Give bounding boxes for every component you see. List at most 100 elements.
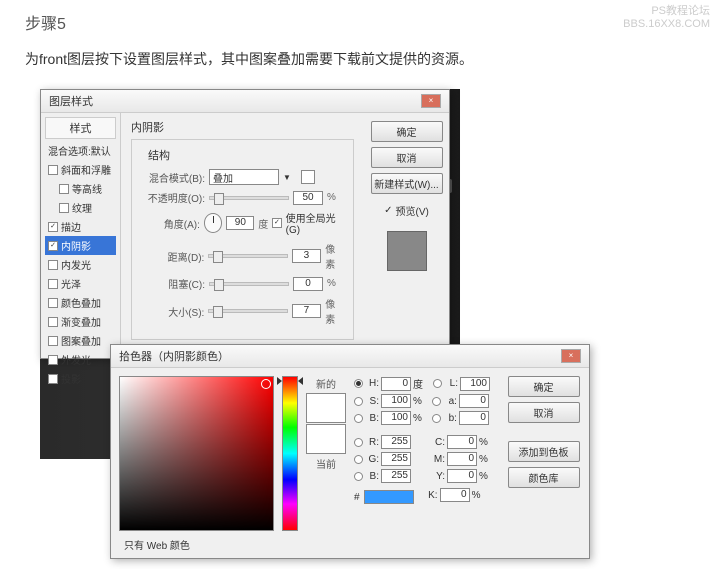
sidebar-checkbox-7[interactable] <box>48 298 58 308</box>
cancel-button[interactable]: 取消 <box>371 147 443 168</box>
sidebar-item-10[interactable]: 外发光 <box>45 350 116 369</box>
sidebar-item-7[interactable]: 颜色叠加 <box>45 293 116 312</box>
sidebar-label-6: 光泽 <box>61 276 81 291</box>
opacity-slider[interactable] <box>209 196 289 200</box>
sidebar-item-6[interactable]: 光泽 <box>45 274 116 293</box>
sidebar-blend-defaults[interactable]: 混合选项:默认 <box>45 141 116 160</box>
sidebar-checkbox-9[interactable] <box>48 336 58 346</box>
bb-input[interactable]: 0 <box>459 411 489 425</box>
r-radio[interactable] <box>354 438 363 447</box>
hex-label: # <box>354 492 360 503</box>
sidebar-checkbox-0[interactable] <box>48 165 58 175</box>
current-color-label: 当前 <box>316 456 336 471</box>
color-field[interactable] <box>119 376 274 531</box>
sidebar-label-5: 内发光 <box>61 257 91 272</box>
a-radio[interactable] <box>432 397 441 406</box>
sidebar-styles-title[interactable]: 样式 <box>45 117 116 139</box>
opacity-label: 不透明度(O): <box>140 190 205 205</box>
global-light-checkbox[interactable]: ✓ <box>272 218 281 228</box>
sidebar-item-3[interactable]: ✓描边 <box>45 217 116 236</box>
k-input[interactable]: 0 <box>440 488 470 502</box>
g-radio[interactable] <box>354 455 363 464</box>
choke-input[interactable]: 0 <box>293 277 323 291</box>
layer-style-sidebar: 样式 混合选项:默认 斜面和浮雕等高线纹理✓描边✓内阴影内发光光泽颜色叠加渐变叠… <box>41 113 121 358</box>
sidebar-item-0[interactable]: 斜面和浮雕 <box>45 160 116 179</box>
r-input[interactable]: 255 <box>381 435 411 449</box>
layer-style-title: 图层样式 <box>49 93 93 109</box>
size-unit: 像素 <box>325 296 345 326</box>
new-color-swatch <box>306 393 346 423</box>
s-input[interactable]: 100 <box>381 394 411 408</box>
sidebar-item-5[interactable]: 内发光 <box>45 255 116 274</box>
size-input[interactable]: 7 <box>292 304 322 318</box>
angle-label: 角度(A): <box>140 216 200 231</box>
step-title: 步骤5 <box>25 10 695 34</box>
angle-dial[interactable] <box>204 213 223 233</box>
shadow-color-swatch[interactable] <box>301 170 315 184</box>
m-input[interactable]: 0 <box>447 452 477 466</box>
close-icon[interactable]: × <box>561 349 581 363</box>
cp-color-lib-button[interactable]: 颜色库 <box>508 467 580 488</box>
sidebar-checkbox-10[interactable] <box>48 355 58 365</box>
color-picker-dialog: 拾色器（内阴影颜色） × 新的 当前 H:0度 L:100 <box>110 344 590 559</box>
b2-radio[interactable] <box>354 472 363 481</box>
c-input[interactable]: 0 <box>447 435 477 449</box>
sidebar-checkbox-8[interactable] <box>48 317 58 327</box>
sidebar-item-1[interactable]: 等高线 <box>45 179 116 198</box>
y-input[interactable]: 0 <box>447 469 477 483</box>
size-slider[interactable] <box>208 309 287 313</box>
b-input[interactable]: 100 <box>381 411 411 425</box>
sidebar-item-2[interactable]: 纹理 <box>45 198 116 217</box>
blend-mode-label: 混合模式(B): <box>140 170 205 185</box>
distance-input[interactable]: 3 <box>292 249 322 263</box>
sidebar-checkbox-4[interactable]: ✓ <box>48 241 58 251</box>
sidebar-item-9[interactable]: 图案叠加 <box>45 331 116 350</box>
size-label: 大小(S): <box>140 304 204 319</box>
opacity-input[interactable]: 50 <box>293 191 323 205</box>
h-input[interactable]: 0 <box>381 377 411 391</box>
sidebar-label-3: 描边 <box>61 219 81 234</box>
watermark-line2: BBS.16XX8.COM <box>623 18 710 31</box>
sidebar-item-4[interactable]: ✓内阴影 <box>45 236 116 255</box>
hex-input[interactable] <box>364 490 414 504</box>
sidebar-label-0: 斜面和浮雕 <box>61 162 111 177</box>
cp-ok-button[interactable]: 确定 <box>508 376 580 397</box>
hue-slider[interactable] <box>282 376 298 531</box>
sidebar-checkbox-3[interactable]: ✓ <box>48 222 58 232</box>
cp-cancel-button[interactable]: 取消 <box>508 402 580 423</box>
sidebar-checkbox-5[interactable] <box>48 260 58 270</box>
blend-mode-select[interactable]: 叠加 <box>209 169 279 185</box>
b2-input[interactable]: 255 <box>381 469 411 483</box>
new-style-button[interactable]: 新建样式(W)... <box>371 173 443 194</box>
h-radio[interactable] <box>354 379 363 388</box>
sidebar-item-11[interactable]: 投影 <box>45 369 116 388</box>
b-radio[interactable] <box>354 414 363 423</box>
g-input[interactable]: 255 <box>381 452 411 466</box>
distance-unit: 像素 <box>325 241 345 271</box>
bb-radio[interactable] <box>432 414 441 423</box>
step-description: 为front图层按下设置图层样式，其中图案叠加需要下载前文提供的资源。 <box>25 49 695 69</box>
opacity-unit: % <box>327 192 336 203</box>
cp-add-swatch-button[interactable]: 添加到色板 <box>508 441 580 462</box>
sidebar-checkbox-1[interactable] <box>59 184 69 194</box>
panel-title: 内阴影 <box>131 119 354 135</box>
distance-slider[interactable] <box>208 254 287 258</box>
a-input[interactable]: 0 <box>459 394 489 408</box>
sidebar-checkbox-11[interactable] <box>48 374 58 384</box>
choke-unit: % <box>327 278 336 289</box>
ok-button[interactable]: 确定 <box>371 121 443 142</box>
sidebar-checkbox-2[interactable] <box>59 203 69 213</box>
color-picker-cursor[interactable] <box>261 379 271 389</box>
preview-checkbox[interactable]: ✓ <box>384 205 392 216</box>
sidebar-label-2: 纹理 <box>72 200 92 215</box>
l-radio[interactable] <box>433 379 442 388</box>
choke-slider[interactable] <box>209 282 289 286</box>
sidebar-checkbox-6[interactable] <box>48 279 58 289</box>
color-picker-title: 拾色器（内阴影颜色） <box>119 348 229 364</box>
watermark-line1: PS教程论坛 <box>623 5 710 18</box>
sidebar-item-8[interactable]: 渐变叠加 <box>45 312 116 331</box>
l-input[interactable]: 100 <box>460 377 490 391</box>
close-icon[interactable]: × <box>421 94 441 108</box>
s-radio[interactable] <box>354 397 363 406</box>
angle-input[interactable]: 90 <box>226 216 254 230</box>
